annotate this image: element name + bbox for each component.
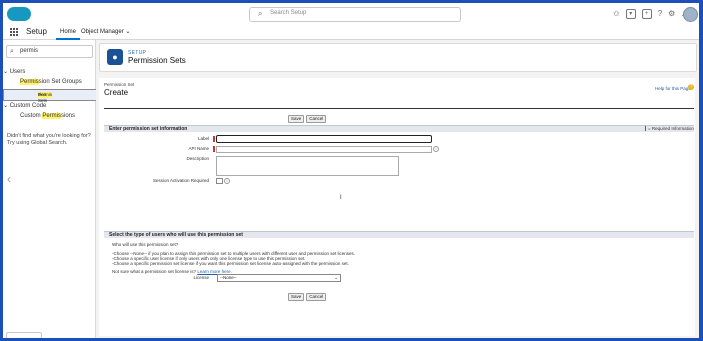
tab-object-manager[interactable]: Object Manager ⌄: [81, 26, 130, 38]
permission-set-form: Permission Set Create Help for this Page…: [99, 78, 695, 336]
bottom-button-row: Save Cancel: [288, 293, 327, 301]
user-icon: ●: [107, 49, 123, 65]
header-icons: ✩ ▾ + ? ⚙ ♪: [613, 8, 685, 20]
license-field-label: License: [193, 275, 209, 280]
required-legend-text: = Required Information: [648, 126, 694, 131]
avatar[interactable]: [683, 7, 698, 22]
sidebar-item-permission-sets[interactable]: Permis sion Sets: [3, 89, 97, 103]
top-button-row: Save Cancel: [288, 115, 327, 123]
salesforce-logo[interactable]: [7, 7, 31, 21]
description-textarea[interactable]: [216, 156, 399, 176]
info-icon[interactable]: i: [433, 146, 439, 152]
star-icon[interactable]: ✩: [613, 9, 620, 19]
nav-bar: Setup Home Object Manager ⌄: [3, 25, 699, 40]
tab-object-manager-label: Object Manager: [81, 29, 124, 35]
sidebar-item-label: Custom: [20, 113, 43, 119]
text-cursor-icon: I: [340, 195, 342, 201]
tab-home[interactable]: Home: [56, 26, 81, 40]
favorites-dropdown-icon[interactable]: ▾: [625, 9, 636, 19]
form-title: Create: [104, 88, 129, 97]
cancel-button[interactable]: Cancel: [306, 115, 327, 123]
main-area: ● SETUP Permission Sets Permission Set C…: [96, 40, 699, 338]
api-name-field-label: API Name: [188, 146, 209, 151]
help-link[interactable]: Help for this Page: [655, 86, 691, 91]
quick-find-value: permis: [20, 48, 39, 54]
api-name-input[interactable]: [216, 146, 432, 153]
section-title: Select the type of users who will use th…: [109, 232, 243, 238]
global-header: ⌕ Search Setup ✩ ▾ + ? ⚙ ♪: [3, 3, 699, 26]
page-header: ● SETUP Permission Sets: [99, 43, 697, 72]
sidebar-group-custom-code[interactable]: ⌄ Custom Code: [3, 102, 46, 109]
search-icon: ⌕: [258, 9, 263, 18]
object-type-label: Permission Set: [104, 82, 135, 87]
chevron-down-icon: ⌄: [334, 275, 338, 280]
app-window: ⌕ Search Setup ✩ ▾ + ? ⚙ ♪ Setup Home Ob…: [3, 3, 699, 338]
sidebar-bottom-control[interactable]: [6, 332, 42, 338]
app-name: Setup: [26, 27, 47, 36]
section-header-info: Enter permission set information = Requi…: [104, 125, 694, 132]
choice-ps-license: -Choose a specific permission set licens…: [112, 261, 349, 266]
quick-find-input[interactable]: ⌕ permis: [6, 45, 93, 58]
required-legend: = Required Information: [645, 126, 694, 132]
required-indicator: [213, 136, 215, 142]
not-sure-text: Not sure what a permission set license i…: [112, 269, 232, 274]
label-field-label: Label: [197, 136, 209, 141]
label-input[interactable]: [216, 135, 432, 143]
chevron-down-icon: ⌄: [3, 69, 9, 75]
chevron-down-icon: ⌄: [3, 103, 9, 109]
sidebar-group-users-label: Users: [9, 69, 26, 75]
gear-icon[interactable]: ⚙: [668, 9, 675, 19]
add-icon[interactable]: +: [641, 9, 652, 19]
hint-line-2: Try using Global Search.: [7, 140, 68, 146]
sidebar-item-custom-permissions[interactable]: Custom Permissions: [20, 113, 75, 119]
save-button[interactable]: Save: [288, 115, 305, 123]
who-question: Who will use this permission set?: [112, 242, 179, 247]
app-launcher-icon[interactable]: [10, 28, 18, 36]
help-icon[interactable]: ?: [688, 84, 694, 90]
highlight-match: Permis: [20, 79, 39, 85]
license-selected-value: --None--: [220, 275, 237, 280]
sidebar-group-users[interactable]: ⌄ Users: [3, 68, 25, 75]
search-icon: ⌕: [10, 48, 14, 55]
sidebar-group-custom-code-label: Custom Code: [9, 103, 47, 109]
highlight-match: Permis: [42, 113, 62, 119]
license-select[interactable]: --None-- ⌄: [217, 274, 341, 282]
save-button[interactable]: Save: [288, 293, 305, 301]
chevron-down-icon: ⌄: [125, 29, 131, 35]
page-title: Permission Sets: [128, 56, 186, 65]
description-field-label: Description: [186, 156, 209, 161]
hint-line-1: Didn't find what you're looking for?: [7, 133, 91, 139]
setup-search-input[interactable]: ⌕ Search Setup: [249, 7, 461, 22]
section-title: Enter permission set information: [109, 126, 188, 132]
section-header-user-type: Select the type of users who will use th…: [104, 231, 694, 238]
session-activation-checkbox[interactable]: [216, 178, 223, 184]
sidebar-item-permission-set-groups[interactable]: Permission Set Groups: [20, 79, 82, 85]
help-icon[interactable]: ?: [658, 9, 662, 19]
setup-sidebar: ⌕ permis ⌄ Users Permission Set Groups P…: [3, 40, 97, 338]
required-indicator: [213, 146, 215, 152]
info-icon[interactable]: i: [224, 178, 230, 184]
session-activation-field-label: Session Activation Required: [152, 178, 209, 183]
chevron-left-icon[interactable]: ‹: [7, 172, 11, 186]
search-placeholder: Search Setup: [270, 10, 307, 16]
search-hint: Didn't find what you're looking for? Try…: [7, 133, 93, 147]
not-sure-label: Not sure what a permission set license i…: [112, 269, 197, 274]
divider: [104, 108, 694, 109]
sidebar-item-label: sion Set Groups: [38, 79, 82, 85]
cancel-button[interactable]: Cancel: [306, 293, 327, 301]
sidebar-item-label: sions: [61, 113, 76, 119]
